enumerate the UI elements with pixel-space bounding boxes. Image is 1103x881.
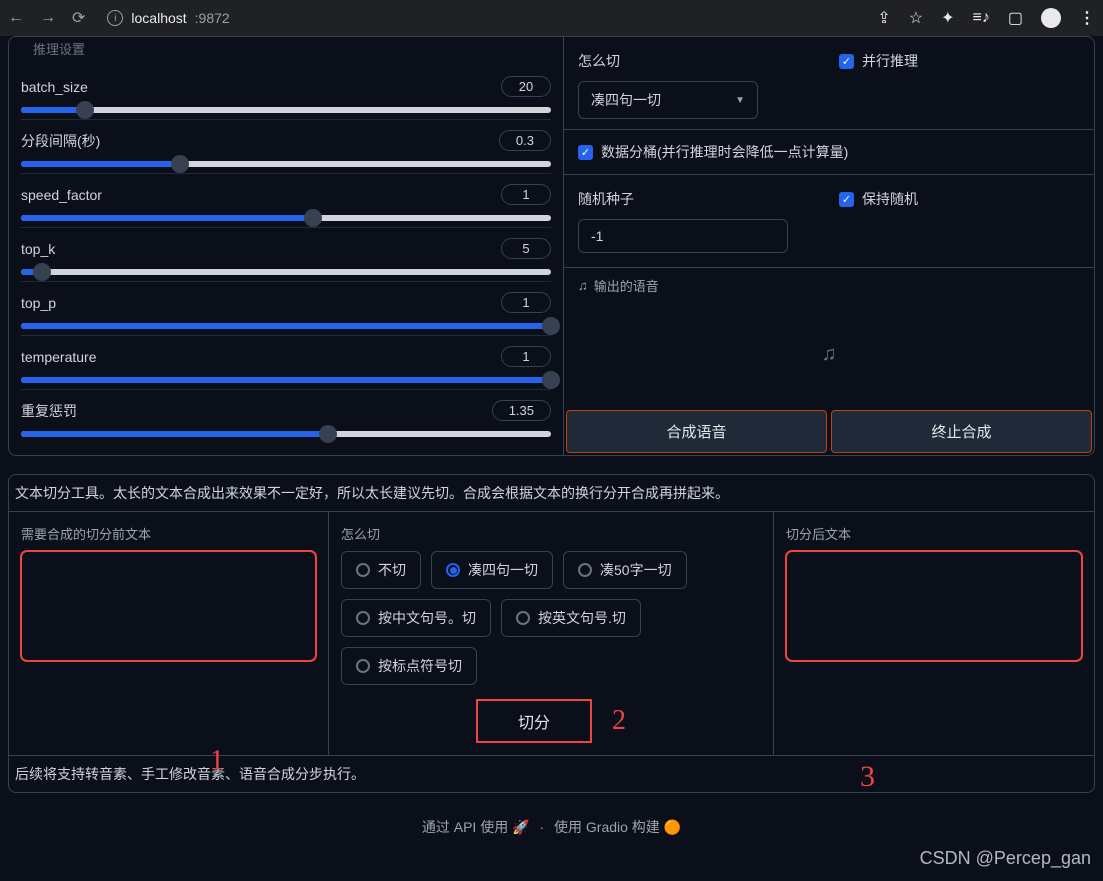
parallel-checkbox[interactable]: ✓	[839, 54, 854, 69]
radio-icon	[516, 611, 530, 625]
keep-random-row[interactable]: ✓ 保持随机	[839, 189, 1080, 209]
annotation-1: 1	[210, 745, 224, 777]
radio-four-sentence[interactable]: 凑四句一切	[431, 551, 553, 589]
music-placeholder-icon: ♫	[822, 343, 837, 366]
bucket-checkbox-row[interactable]: ✓ 数据分桶(并行推理时会降低一点计算量)	[578, 142, 1080, 162]
radio-icon	[356, 659, 370, 673]
back-icon[interactable]: ←	[8, 9, 24, 27]
inference-title: 推理设置	[21, 37, 551, 66]
parallel-label: 并行推理	[862, 51, 918, 71]
slider-speed-factor: speed_factor 1	[21, 174, 551, 228]
tool-description: 文本切分工具。太长的文本合成出来效果不一定好，所以太长建议先切。合成会根据文本的…	[9, 475, 1094, 511]
speed-factor-value[interactable]: 1	[501, 184, 551, 205]
chevron-down-icon: ▼	[735, 95, 745, 106]
slider-repeat-penalty: 重复惩罚 1.35	[21, 390, 551, 443]
seed-input[interactable]: -1	[578, 219, 788, 253]
avatar-icon[interactable]	[1041, 8, 1061, 28]
url-host: localhost	[131, 10, 186, 26]
radio-en-period[interactable]: 按英文句号.切	[501, 599, 641, 637]
temperature-slider[interactable]	[21, 377, 551, 383]
footer-credits: 通过 API 使用 🚀 · 使用 Gradio 构建 🟠	[8, 793, 1095, 845]
api-link[interactable]: 通过 API 使用	[422, 819, 508, 835]
speed-factor-label: speed_factor	[21, 187, 102, 203]
seg-interval-label: 分段间隔(秒)	[21, 131, 100, 151]
stop-button[interactable]: 终止合成	[831, 410, 1092, 453]
seg-interval-value[interactable]: 0.3	[499, 130, 551, 151]
temperature-label: temperature	[21, 349, 96, 365]
batch-size-value[interactable]: 20	[501, 76, 551, 97]
annotation-3: 3	[860, 760, 875, 794]
keep-random-checkbox[interactable]: ✓	[839, 192, 854, 207]
temperature-value[interactable]: 1	[501, 346, 551, 367]
browser-toolbar: ← → ⟳ i localhost :9872 ⇪ ☆ ✦ ≡♪ ▢ ⋮	[0, 0, 1103, 36]
forward-icon[interactable]: →	[40, 9, 56, 27]
how-cut-value: 凑四句一切	[591, 90, 661, 110]
text-split-panel: 文本切分工具。太长的文本合成出来效果不一定好，所以太长建议先切。合成会根据文本的…	[8, 474, 1095, 793]
bucket-label: 数据分桶(并行推理时会降低一点计算量)	[601, 142, 848, 162]
top-k-label: top_k	[21, 241, 55, 257]
audio-out-label: ♫ 输出的语音	[564, 268, 1094, 299]
batch-size-slider[interactable]	[21, 107, 551, 113]
url-port: :9872	[195, 10, 230, 26]
slider-top-p: top_p 1	[21, 282, 551, 336]
site-info-icon[interactable]: i	[107, 10, 123, 26]
top-k-value[interactable]: 5	[501, 238, 551, 259]
pre-text-input[interactable]	[21, 551, 316, 661]
playlist-icon[interactable]: ≡♪	[973, 9, 990, 27]
radio-icon	[578, 563, 592, 577]
synthesize-button[interactable]: 合成语音	[566, 410, 827, 453]
music-note-icon: ♫	[578, 278, 588, 293]
seg-interval-slider[interactable]	[21, 161, 551, 167]
slider-temperature: temperature 1	[21, 336, 551, 390]
top-k-slider[interactable]	[21, 269, 551, 275]
slider-top-k: top_k 5	[21, 228, 551, 282]
how-cut-label: 怎么切	[578, 51, 819, 71]
gradio-icon: 🟠	[664, 819, 681, 835]
radio-no-cut[interactable]: 不切	[341, 551, 421, 589]
gradio-link[interactable]: 使用 Gradio 构建	[554, 819, 660, 835]
bucket-checkbox[interactable]: ✓	[578, 145, 593, 160]
radio-fifty-char[interactable]: 凑50字一切	[563, 551, 687, 589]
top-p-slider[interactable]	[21, 323, 551, 329]
url-bar[interactable]: i localhost :9872	[107, 10, 229, 26]
tool-footer: 后续将支持转音素、手工修改音素、语音合成分步执行。	[9, 755, 1094, 792]
top-p-value[interactable]: 1	[501, 292, 551, 313]
watermark: CSDN @Percep_gan	[920, 848, 1091, 869]
share-icon[interactable]: ⇪	[877, 8, 890, 28]
how-cut-label-2: 怎么切	[341, 524, 761, 543]
radio-icon	[356, 563, 370, 577]
post-text-output[interactable]	[786, 551, 1082, 661]
post-text-label: 切分后文本	[786, 524, 1082, 543]
repeat-penalty-slider[interactable]	[21, 431, 551, 437]
reload-icon[interactable]: ⟳	[72, 8, 85, 28]
seed-label: 随机种子	[578, 189, 819, 209]
inference-panel: 推理设置 batch_size 20 分段间隔(秒) 0.3	[8, 36, 1095, 456]
audio-output-area: ♫	[564, 299, 1094, 410]
top-p-label: top_p	[21, 295, 56, 311]
radio-icon	[446, 563, 460, 577]
cut-button[interactable]: 切分	[476, 699, 592, 743]
annotation-2: 2	[612, 705, 626, 737]
keep-random-label: 保持随机	[862, 189, 918, 209]
batch-size-label: batch_size	[21, 79, 88, 95]
pre-text-label: 需要合成的切分前文本	[21, 524, 316, 543]
repeat-penalty-label: 重复惩罚	[21, 401, 77, 421]
radio-icon	[356, 611, 370, 625]
bookmark-icon[interactable]: ☆	[909, 8, 923, 28]
panel-icon[interactable]: ▢	[1008, 8, 1023, 28]
slider-seg-interval: 分段间隔(秒) 0.3	[21, 120, 551, 174]
rocket-icon: 🚀	[512, 819, 529, 835]
menu-icon[interactable]: ⋮	[1079, 8, 1095, 28]
slider-batch-size: batch_size 20	[21, 66, 551, 120]
radio-cn-period[interactable]: 按中文句号。切	[341, 599, 491, 637]
how-cut-dropdown[interactable]: 凑四句一切 ▼	[578, 81, 758, 119]
radio-punct[interactable]: 按标点符号切	[341, 647, 477, 685]
parallel-checkbox-row[interactable]: ✓ 并行推理	[839, 51, 1080, 71]
repeat-penalty-value[interactable]: 1.35	[492, 400, 551, 421]
speed-factor-slider[interactable]	[21, 215, 551, 221]
extensions-icon[interactable]: ✦	[941, 8, 954, 28]
